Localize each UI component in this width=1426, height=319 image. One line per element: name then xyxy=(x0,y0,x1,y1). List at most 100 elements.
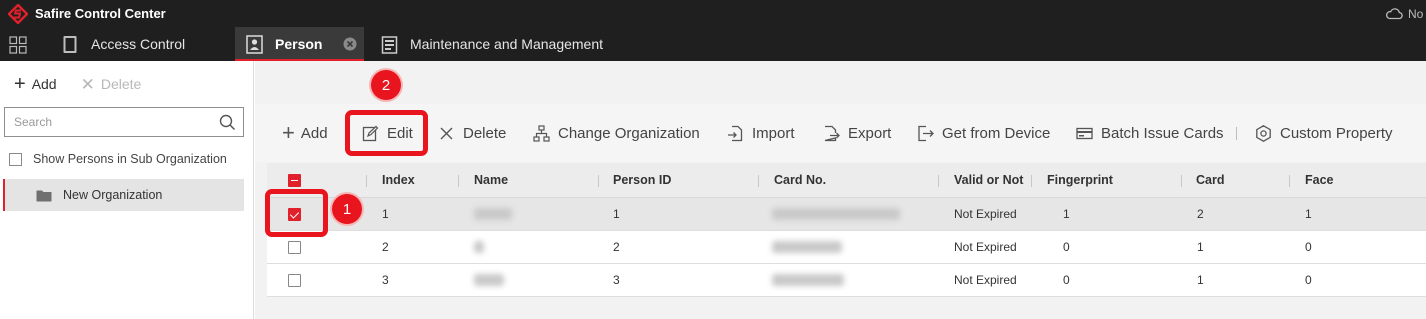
row-name-redacted xyxy=(474,231,484,263)
org-tree-item[interactable]: New Organization xyxy=(3,179,244,211)
column-valid[interactable]: Valid or Not xyxy=(954,163,1023,197)
import-icon xyxy=(728,125,743,141)
get-from-device-button[interactable]: Get from Device xyxy=(917,104,1050,162)
person-table: Index Name Person ID Card No. Valid or N… xyxy=(267,163,1426,297)
row-card-no-redacted xyxy=(772,231,842,263)
search-icon[interactable] xyxy=(219,114,236,131)
column-face[interactable]: Face xyxy=(1305,163,1334,197)
row-index: 1 xyxy=(382,207,389,221)
checkbox[interactable] xyxy=(9,152,22,166)
export-label: Export xyxy=(848,124,892,142)
row-person-id: 1 xyxy=(613,207,620,221)
tab-maintenance[interactable]: Maintenance and Management xyxy=(381,27,603,61)
column-divider xyxy=(598,175,599,187)
tab-maintenance-label: Maintenance and Management xyxy=(410,36,604,52)
batch-issue-cards-button[interactable]: Batch Issue Cards xyxy=(1076,104,1224,162)
tab-bar: Access Control Person Maintenance and Ma… xyxy=(0,27,1426,61)
title-bar: Safire Control Center No xyxy=(0,0,1426,27)
plus-icon: + xyxy=(282,120,295,145)
row-card: 2 xyxy=(1197,207,1204,221)
export-icon xyxy=(824,125,840,141)
add-organization-label: Add xyxy=(31,76,57,92)
add-person-label: Add xyxy=(300,124,328,142)
column-divider xyxy=(1289,175,1290,187)
table-row[interactable]: 3 3 Not Expired 0 1 0 xyxy=(267,264,1426,297)
column-name[interactable]: Name xyxy=(474,163,508,197)
step-1-badge: 1 xyxy=(332,194,362,224)
organization-panel: + Add ✕ Delete Show Persons in Sub Organ… xyxy=(0,61,254,319)
grid-menu-icon[interactable] xyxy=(9,36,27,54)
row-face: 0 xyxy=(1305,273,1312,287)
step-2-badge: 2 xyxy=(371,70,401,100)
add-organization-button[interactable]: + Add xyxy=(14,74,57,94)
organization-icon xyxy=(533,124,550,142)
column-index[interactable]: Index xyxy=(382,163,415,197)
row-fingerprint: 1 xyxy=(1063,207,1070,221)
tab-access-control[interactable]: Access Control xyxy=(62,27,185,61)
org-toolbar: + Add ✕ Delete xyxy=(14,74,165,94)
delete-organization-label: Delete xyxy=(100,76,142,92)
plus-icon: + xyxy=(14,73,26,95)
custom-property-button[interactable]: Custom Property xyxy=(1255,104,1393,162)
column-fingerprint[interactable]: Fingerprint xyxy=(1047,163,1113,197)
get-from-device-icon xyxy=(918,125,934,141)
cloud-icon[interactable] xyxy=(1385,6,1403,20)
checkbox[interactable] xyxy=(288,173,301,187)
delete-person-button[interactable]: Delete xyxy=(438,104,506,162)
row-index: 3 xyxy=(382,273,389,287)
row-fingerprint: 0 xyxy=(1063,240,1070,254)
row-name-redacted xyxy=(474,198,512,230)
batch-issue-cards-label: Batch Issue Cards xyxy=(1101,124,1224,142)
table-row[interactable]: 2 2 Not Expired 0 1 0 xyxy=(267,231,1426,264)
row-card: 1 xyxy=(1197,273,1204,287)
row-card: 1 xyxy=(1197,240,1204,254)
column-divider xyxy=(1031,175,1032,187)
get-from-device-label: Get from Device xyxy=(942,124,1051,142)
row-valid: Not Expired xyxy=(954,207,1017,221)
person-toolbar: + Add Edit Delete Change Organization Im… xyxy=(255,104,1426,162)
edit-highlight-box xyxy=(345,110,428,156)
close-icon xyxy=(440,127,453,139)
row-valid: Not Expired xyxy=(954,273,1017,287)
organization-search xyxy=(4,107,244,137)
row-face: 1 xyxy=(1305,207,1312,221)
row-card-no-redacted xyxy=(772,198,900,230)
delete-organization-button[interactable]: ✕ Delete xyxy=(81,76,142,93)
row-face: 0 xyxy=(1305,240,1312,254)
row-fingerprint: 0 xyxy=(1063,273,1070,287)
column-divider xyxy=(366,175,367,187)
row-checkbox[interactable] xyxy=(288,264,301,296)
folder-icon xyxy=(36,190,52,201)
tab-person[interactable]: Person xyxy=(235,27,364,61)
table-header: Index Name Person ID Card No. Valid or N… xyxy=(267,163,1426,198)
column-card[interactable]: Card xyxy=(1196,163,1224,197)
column-person-id[interactable]: Person ID xyxy=(613,163,671,197)
import-button[interactable]: Import xyxy=(727,104,795,162)
column-divider xyxy=(1181,175,1182,187)
row-name-redacted xyxy=(474,264,504,296)
row-card-no-redacted xyxy=(772,264,844,296)
import-label: Import xyxy=(752,124,795,142)
change-organization-label: Change Organization xyxy=(558,124,700,142)
org-name: New Organization xyxy=(63,188,163,202)
table-row[interactable]: 1 1 Not Expired 1 2 1 xyxy=(267,198,1426,231)
export-button[interactable]: Export xyxy=(823,104,891,162)
row-person-id: 3 xyxy=(613,273,620,287)
change-organization-button[interactable]: Change Organization xyxy=(533,104,700,162)
column-divider xyxy=(938,175,939,187)
show-sub-org-checkbox[interactable]: Show Persons in Sub Organization xyxy=(9,152,227,166)
search-input[interactable] xyxy=(5,108,205,136)
checkbox[interactable] xyxy=(288,240,301,254)
door-icon xyxy=(63,35,77,53)
maintenance-icon xyxy=(381,35,398,54)
column-divider xyxy=(758,175,759,187)
tab-person-label: Person xyxy=(275,36,323,52)
close-tab-icon[interactable] xyxy=(343,37,357,51)
add-person-button[interactable]: + Add xyxy=(282,104,328,162)
checkbox[interactable] xyxy=(288,273,301,287)
row-index: 2 xyxy=(382,240,389,254)
column-card-no[interactable]: Card No. xyxy=(774,163,826,197)
tab-access-control-label: Access Control xyxy=(91,36,186,52)
custom-property-label: Custom Property xyxy=(1280,124,1393,142)
delete-person-label: Delete xyxy=(463,124,507,142)
